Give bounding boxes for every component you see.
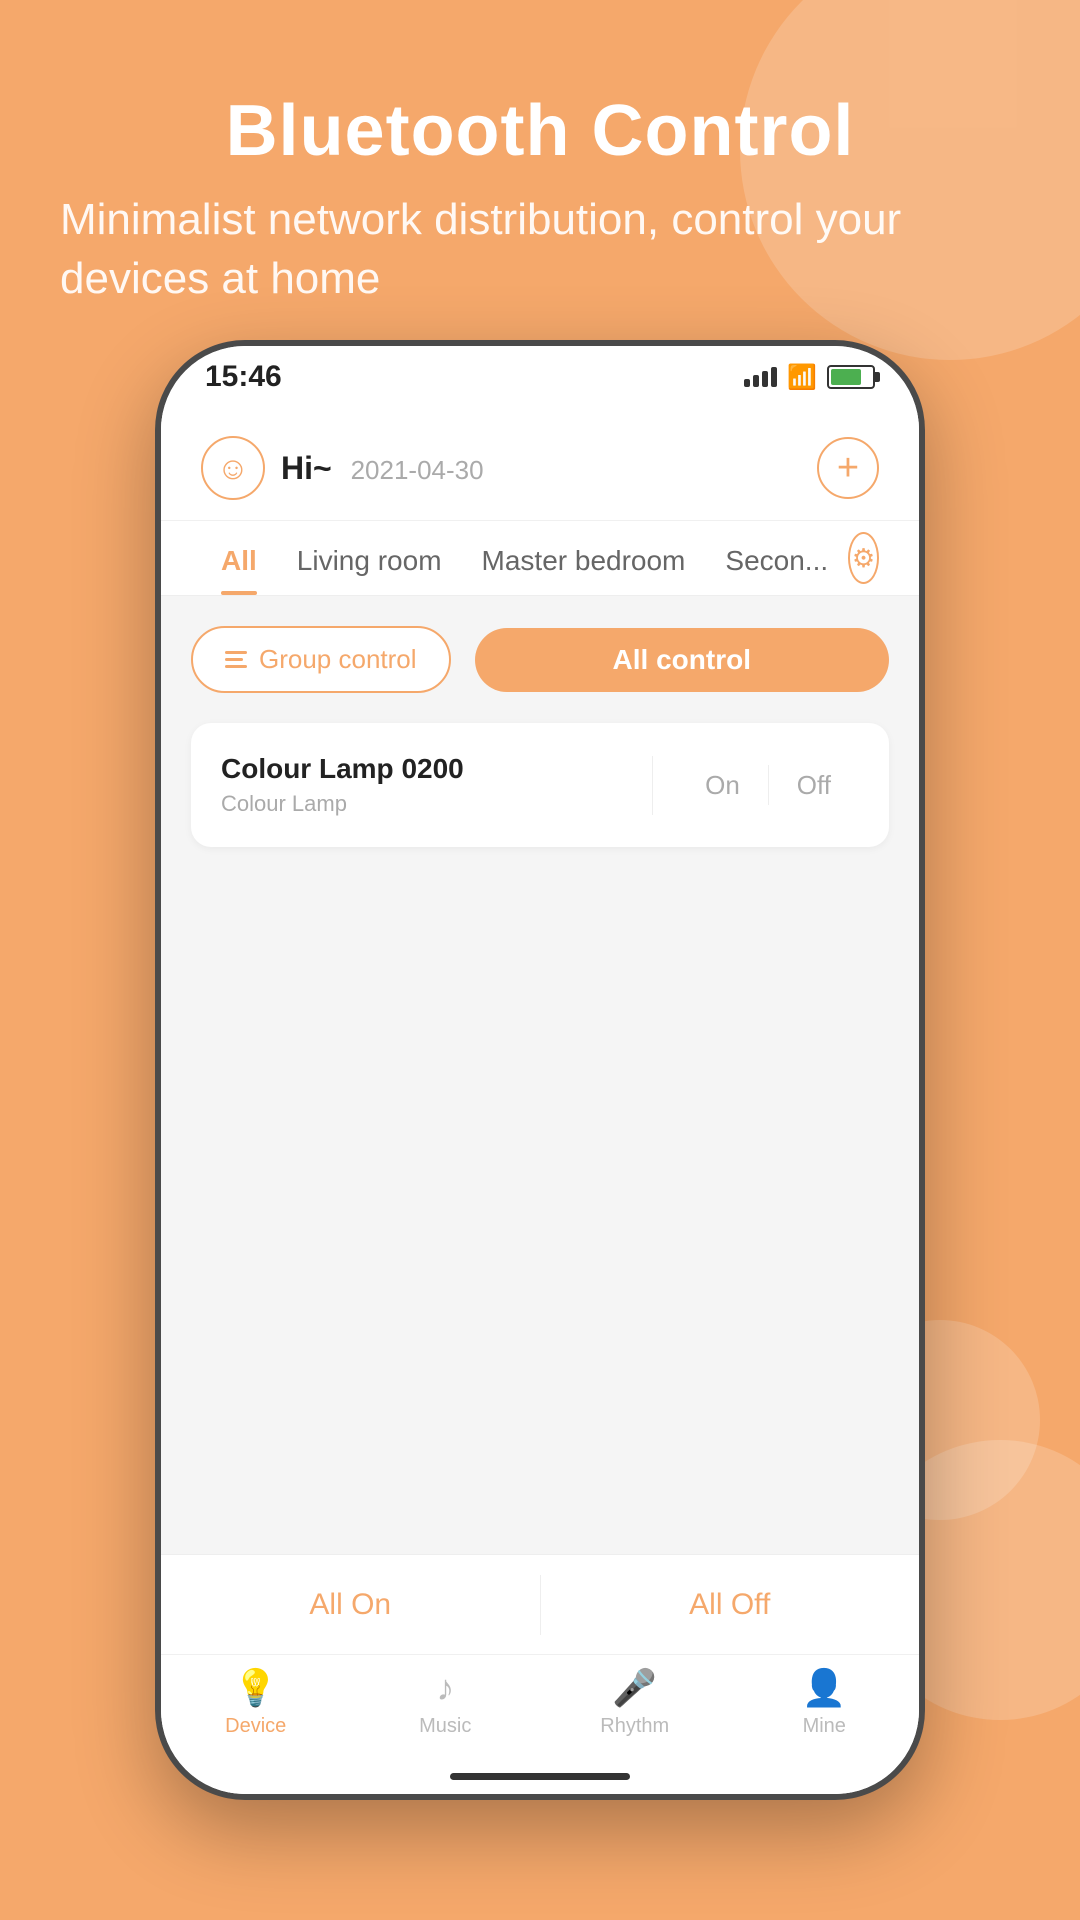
page-title: Bluetooth Control [60,90,1020,172]
avatar[interactable]: ☺ [201,436,265,500]
header-section: Bluetooth Control Minimalist network dis… [60,90,1020,309]
date-text: 2021-04-30 [351,455,484,485]
device-nav-label: Device [225,1715,286,1738]
nav-item-rhythm[interactable]: 🎤 Rhythm [540,1667,730,1738]
mine-nav-icon: 👤 [802,1667,847,1709]
status-bar: 15:46 📶 [161,346,919,408]
add-device-button[interactable]: + [817,437,879,499]
group-control-button[interactable]: Group control [191,626,451,693]
nav-item-music[interactable]: ♪ Music [351,1667,541,1738]
device-off-button[interactable]: Off [769,756,859,815]
mine-nav-label: Mine [803,1715,846,1738]
group-control-label: Group control [259,644,417,675]
all-on-button[interactable]: All On [161,1555,540,1654]
control-row: Group control All control [161,596,919,713]
music-nav-label: Music [419,1715,471,1738]
page-subtitle: Minimalist network distribution, control… [60,190,1020,309]
device-type: Colour Lamp [221,791,652,817]
status-icons: 📶 [744,363,875,392]
nav-item-mine[interactable]: 👤 Mine [730,1667,920,1738]
tab-second[interactable]: Secon... [705,521,848,595]
device-card: Colour Lamp 0200 Colour Lamp On Off [191,723,889,847]
tabs-settings-button[interactable]: ⚙ [848,532,879,584]
tab-master-bedroom[interactable]: Master bedroom [462,521,706,595]
signal-icon [744,367,777,387]
battery-icon [827,365,875,389]
device-controls: On Off [652,756,859,815]
device-nav-icon: 💡 [233,1667,278,1709]
rhythm-nav-label: Rhythm [600,1715,669,1738]
tabs-row: All Living room Master bedroom Secon... … [161,521,919,596]
phone-frame: 15:46 📶 ☺ [155,340,925,1800]
bottom-controls: All On All Off [161,1554,919,1654]
all-off-button[interactable]: All Off [541,1555,920,1654]
tab-all[interactable]: All [201,521,277,595]
all-control-button[interactable]: All control [475,628,889,692]
app-content: ☺ Hi~ 2021-04-30 + All Living room Maste… [161,408,919,1794]
home-indicator [161,1758,919,1794]
status-time: 15:46 [205,360,282,394]
content-spacer [161,857,919,1554]
rhythm-nav-icon: 🎤 [612,1667,657,1709]
app-header: ☺ Hi~ 2021-04-30 + [161,408,919,521]
device-on-button[interactable]: On [677,756,768,815]
device-info: Colour Lamp 0200 Colour Lamp [221,753,652,817]
wifi-icon: 📶 [787,363,817,392]
home-bar [450,1773,630,1780]
greeting-text: Hi~ 2021-04-30 [281,450,484,486]
list-icon [225,651,247,668]
device-name: Colour Lamp 0200 [221,753,652,785]
nav-item-device[interactable]: 💡 Device [161,1667,351,1738]
music-nav-icon: ♪ [436,1667,454,1709]
main-content: Group control All control Colour Lamp 02… [161,596,919,1554]
avatar-area: ☺ Hi~ 2021-04-30 [201,436,484,500]
phone-screen: 15:46 📶 ☺ [161,346,919,1794]
tab-living-room[interactable]: Living room [277,521,462,595]
greeting-area: Hi~ 2021-04-30 [281,450,484,487]
nav-bar: 💡 Device ♪ Music 🎤 Rhythm 👤 Mine [161,1654,919,1758]
